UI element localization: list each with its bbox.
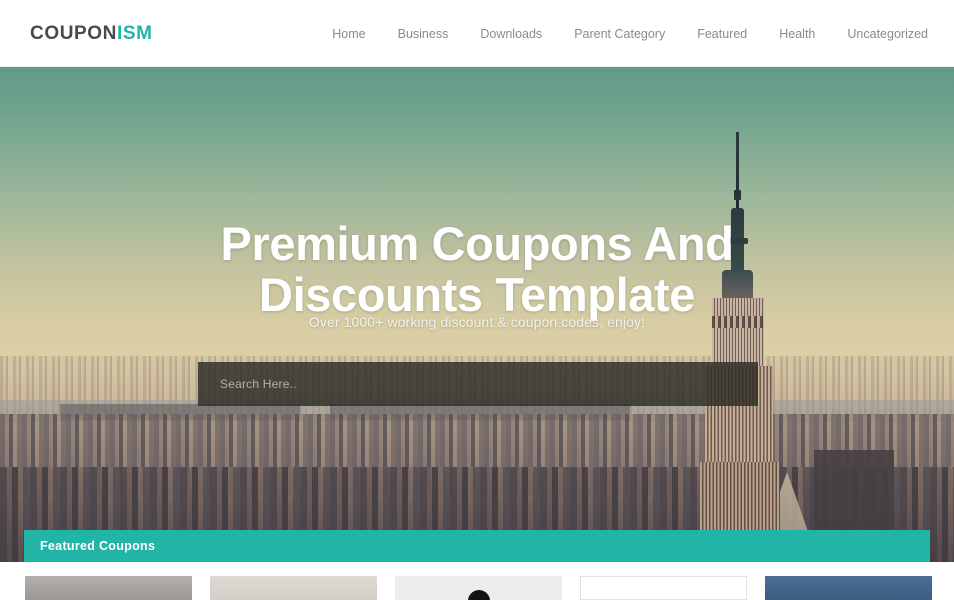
esb-upper-section xyxy=(712,298,764,368)
coupon-card-thumbnail xyxy=(765,576,932,600)
esb-antenna xyxy=(734,132,741,210)
nav-item-downloads[interactable]: Downloads xyxy=(464,26,558,42)
nav-item-uncategorized[interactable]: Uncategorized xyxy=(831,26,928,42)
coupon-card[interactable] xyxy=(25,576,192,600)
site-logo[interactable]: COUPONISM xyxy=(30,24,153,43)
main-navigation: Home Business Downloads Parent Category … xyxy=(316,26,928,42)
featured-coupons-bar: Featured Coupons xyxy=(24,530,930,562)
nav-item-health[interactable]: Health xyxy=(763,26,831,42)
featured-coupons-title: Featured Coupons xyxy=(40,539,156,553)
nav-item-parent-category[interactable]: Parent Category xyxy=(558,26,681,42)
site-header: COUPONISM Home Business Downloads Parent… xyxy=(0,0,954,67)
nav-item-business[interactable]: Business xyxy=(382,26,465,42)
coupon-card[interactable] xyxy=(210,576,377,600)
coupon-card[interactable] xyxy=(765,576,932,600)
hero-banner: Premium Coupons And Discounts Template O… xyxy=(0,67,954,562)
featured-coupons-grid xyxy=(0,562,954,600)
coupon-card-thumbnail xyxy=(580,576,747,600)
bridge-left xyxy=(60,404,300,420)
logo-text-accent: ISM xyxy=(117,23,153,44)
esb-crown xyxy=(722,270,753,300)
coupon-card-thumbnail xyxy=(395,576,562,600)
hero-search-box[interactable] xyxy=(198,362,758,406)
bridge-right xyxy=(330,404,630,420)
coupon-card[interactable] xyxy=(395,576,562,600)
logo-text-primary: COUPON xyxy=(30,23,117,44)
search-input[interactable] xyxy=(198,362,758,406)
nav-item-home[interactable]: Home xyxy=(316,26,381,42)
skyline-mid-layer xyxy=(0,414,954,494)
coupon-card[interactable] xyxy=(580,576,747,600)
coupon-card-thumbnail xyxy=(25,576,192,600)
nav-item-featured[interactable]: Featured xyxy=(681,26,763,42)
hero-background-photo xyxy=(0,67,954,562)
empire-state-building xyxy=(700,132,790,562)
coupon-card-thumbnail xyxy=(210,576,377,600)
esb-mast xyxy=(727,208,748,272)
dark-tower-block xyxy=(814,450,894,542)
